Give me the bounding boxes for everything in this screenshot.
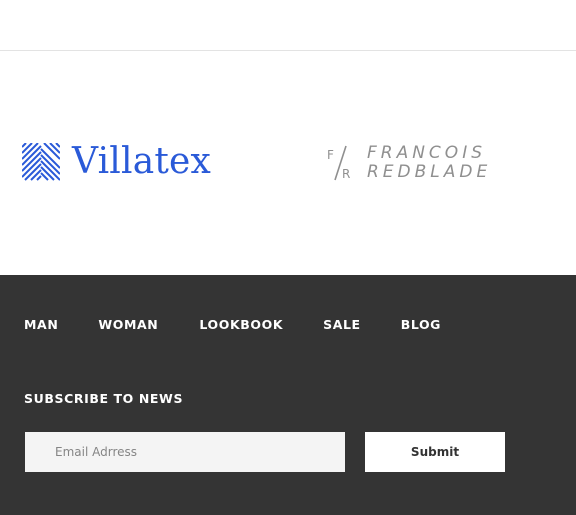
footer-nav-man[interactable]: MAN (24, 317, 58, 332)
footer-nav-sale[interactable]: SALE (323, 317, 361, 332)
brand-logos-section: Villatex F R FRANCOIS REDBLADE (0, 51, 576, 275)
villatex-wordmark: Villatex (72, 141, 212, 182)
site-footer: MAN WOMAN LOOKBOOK SALE BLOG SUBSCRIBE T… (0, 275, 576, 515)
villatex-logo[interactable]: Villatex (22, 143, 211, 181)
villatex-mark-icon (22, 143, 60, 181)
top-section (0, 0, 576, 51)
francois-redblade-wordmark: FRANCOIS REDBLADE (367, 144, 491, 182)
submit-button[interactable]: Submit (365, 432, 505, 472)
subscribe-heading: SUBSCRIBE TO NEWS (24, 391, 184, 406)
francois-redblade-monogram: F R (327, 145, 350, 181)
footer-nav-lookbook[interactable]: LOOKBOOK (199, 317, 283, 332)
francois-redblade-logo[interactable]: F R FRANCOIS REDBLADE (327, 143, 491, 183)
wordmark-line-2: REDBLADE (367, 162, 492, 182)
monogram-bottom-letter: R (342, 167, 350, 181)
wordmark-line-1: FRANCOIS (367, 143, 486, 163)
email-input[interactable] (25, 432, 345, 472)
footer-nav-blog[interactable]: BLOG (401, 317, 441, 332)
footer-nav-woman[interactable]: WOMAN (98, 317, 158, 332)
monogram-top-letter: F (327, 148, 334, 162)
footer-nav: MAN WOMAN LOOKBOOK SALE BLOG (24, 316, 441, 334)
